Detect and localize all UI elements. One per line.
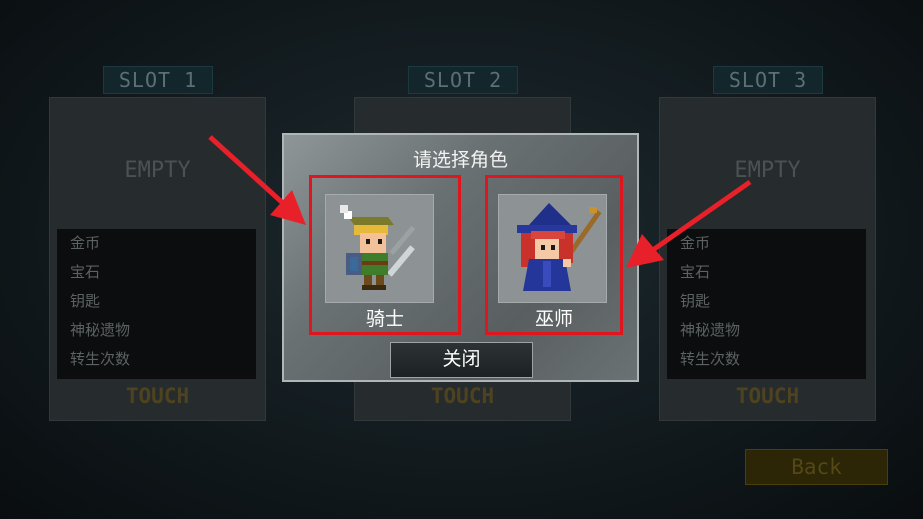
- slot-3-header: SLOT 3: [713, 66, 823, 94]
- stat-gems: 宝石: [680, 263, 711, 281]
- close-button[interactable]: 关闭: [390, 342, 533, 378]
- slot-3-touch[interactable]: TOUCH: [660, 384, 875, 408]
- slot-2-touch[interactable]: TOUCH: [355, 384, 570, 408]
- knight-icon: [340, 205, 416, 290]
- knight-label: 骑士: [365, 308, 404, 330]
- stat-relics: 神秘遗物: [680, 321, 741, 339]
- wizard-label: 巫师: [534, 308, 573, 330]
- stat-gold: 金币: [680, 234, 711, 252]
- slot-1-touch[interactable]: TOUCH: [50, 384, 265, 408]
- stat-gems: 宝石: [70, 263, 101, 281]
- wizard-portrait: [498, 194, 607, 303]
- stat-keys: 钥匙: [70, 292, 101, 310]
- wizard-icon: [517, 203, 602, 291]
- slot-1-panel[interactable]: EMPTY 金币 宝石 钥匙 神秘遗物 转生次数 TOUCH: [49, 97, 266, 421]
- knight-option[interactable]: 骑士: [309, 175, 461, 335]
- knight-portrait: [325, 194, 434, 303]
- slot-1-status: EMPTY: [124, 158, 191, 183]
- stat-gold: 金币: [70, 234, 101, 252]
- slot-3-panel[interactable]: EMPTY 金币 宝石 钥匙 神秘遗物 转生次数 TOUCH: [659, 97, 876, 421]
- slot-3-status: EMPTY: [734, 158, 801, 183]
- slot-1-stats: 金币 宝石 钥匙 神秘遗物 转生次数: [57, 229, 256, 379]
- slot-1-header: SLOT 1: [103, 66, 213, 94]
- dialog-title: 请选择角色: [412, 149, 508, 171]
- stat-relics: 神秘遗物: [70, 321, 131, 339]
- slot-2-header: SLOT 2: [408, 66, 518, 94]
- character-select-dialog: 请选择角色 骑士 巫师 关闭: [282, 133, 639, 382]
- stat-rebirths: 转生次数: [70, 350, 131, 368]
- stat-rebirths: 转生次数: [680, 350, 741, 368]
- back-button[interactable]: Back: [745, 449, 888, 485]
- slot-3-stats: 金币 宝石 钥匙 神秘遗物 转生次数: [667, 229, 866, 379]
- wizard-option[interactable]: 巫师: [485, 175, 623, 335]
- stat-keys: 钥匙: [680, 292, 711, 310]
